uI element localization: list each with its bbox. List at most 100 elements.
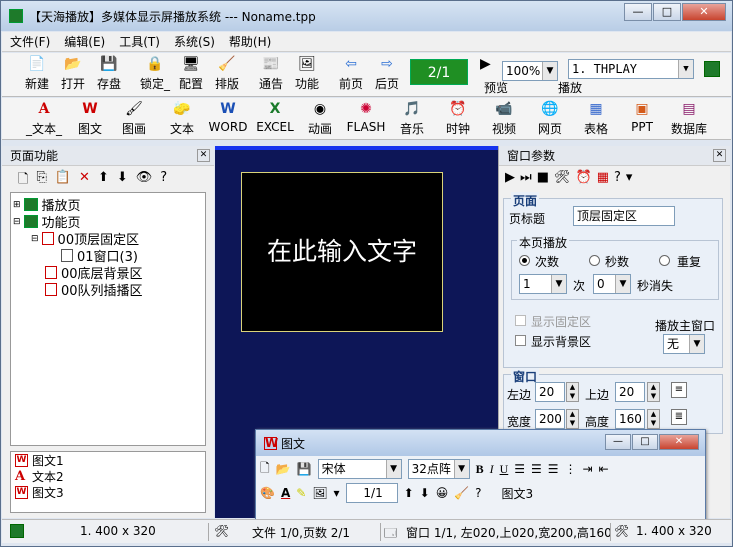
paint-icon[interactable]: 🎨 [260,486,275,500]
maximize-button[interactable]: □ [653,3,681,21]
left-spinner[interactable]: ▲ ▼ [566,382,579,402]
stop-icon[interactable]: ■ [537,170,549,185]
eye-icon[interactable]: 👁 [136,170,153,192]
outdent-icon[interactable]: ⇤ [599,462,609,476]
next-page-button[interactable]: ⇨ 后页 [372,55,402,95]
collapse-icon[interactable]: ⊟ [31,234,39,244]
text-button[interactable]: 🧽 文本 [166,100,198,140]
new-page-icon[interactable]: 🗋 [18,170,28,192]
highlight-icon[interactable]: ✎ [296,486,306,500]
zoom-combo[interactable]: 100% ▼ [502,61,558,81]
underline-button[interactable]: U [500,462,509,477]
page-title-input[interactable]: 顶层固定区 [573,206,675,226]
database-button[interactable]: ▤ 数据库 [668,100,710,140]
seconds-combo[interactable]: 0 ▼ [593,274,631,294]
help-icon[interactable]: ? [160,170,167,192]
height-input[interactable]: 160 [615,409,645,429]
size-combo[interactable]: 32点阵 ▼ [407,459,470,479]
align-center-icon[interactable]: ☰ [531,462,542,476]
grid-icon[interactable]: ▦ [597,170,609,185]
indent-icon[interactable]: ⇥ [583,462,593,476]
minimize-button[interactable]: — [624,3,652,21]
bold-button[interactable]: B [476,462,484,477]
align-left-icon[interactable]: ☰ [514,462,525,476]
play-combo[interactable]: 1. THPLAY ▼ [568,59,694,79]
help-icon[interactable]: ? [614,170,621,185]
delete-icon[interactable]: ✕ [79,170,90,192]
function-button[interactable]: 🖼 功能 [292,55,322,95]
emoji-icon[interactable]: 😀 [436,486,449,500]
copy-icon[interactable]: ⎘ [36,170,46,192]
image-icon[interactable]: 🖼 [312,486,327,500]
align-icon[interactable]: ≡ [671,382,687,398]
close-button[interactable]: ✕ [682,3,726,21]
close-icon[interactable]: ✕ [197,149,210,162]
layout-button[interactable]: 🧹 排版 [212,55,242,95]
move-down-icon[interactable]: ⬇ [117,170,128,192]
maximize-button[interactable]: □ [632,434,658,450]
height-spinner[interactable]: ▲ ▼ [647,409,660,429]
list-item[interactable]: W 图文3 [11,484,205,500]
save-icon[interactable]: 💾 [297,462,312,476]
main-window-combo[interactable]: 无 ▼ [663,334,705,354]
animation-button[interactable]: ◉ 动画 [304,100,336,140]
new-button[interactable]: 📄 新建 [22,55,52,95]
webpage-button[interactable]: 🌐 网页 [534,100,566,140]
paste-icon[interactable]: 📋 [55,170,71,192]
notice-button[interactable]: 📰 通告 [256,55,286,95]
ppt-button[interactable]: ▣ PPT [626,100,658,140]
width-input[interactable]: 200 [535,409,565,429]
help-icon[interactable]: ? [475,486,481,500]
align-right-icon[interactable]: ☰ [548,462,559,476]
top-spinner[interactable]: ▲ ▼ [647,382,660,402]
arrow-up-icon[interactable]: ⬆ [404,486,414,500]
width-spinner[interactable]: ▲ ▼ [566,409,579,429]
radio-repeat[interactable] [659,255,670,266]
list-item[interactable]: A 文本2 [11,468,205,484]
close-button[interactable]: ✕ [659,434,699,450]
chevron-down-icon[interactable]: ▾ [626,170,633,185]
text-window[interactable]: 在此输入文字 [241,172,443,332]
text-title-button[interactable]: A _文本_ [24,100,64,140]
menu-tools[interactable]: 工具(T) [119,33,160,50]
list-item[interactable]: W 图文1 [11,452,205,468]
excel-button[interactable]: X EXCEL [254,100,296,140]
arrow-down-icon[interactable]: ⬇ [420,486,430,500]
page-input[interactable]: 1/1 [345,483,398,503]
left-input[interactable]: 20 [535,382,565,402]
picture-button[interactable]: 🖌 图画 [118,100,150,140]
close-icon[interactable]: ✕ [713,149,726,162]
open-folder-icon[interactable]: 📂 [276,462,291,476]
bullet-list-icon[interactable]: ⋮ [565,462,577,476]
menu-help[interactable]: 帮助(H) [229,33,271,50]
new-file-icon[interactable]: 🗋 [260,459,270,480]
show-fixed-checkbox[interactable] [515,315,526,326]
step-icon[interactable]: ⏭ [520,170,532,185]
menu-edit[interactable]: 编辑(E) [64,33,105,50]
tools-icon[interactable]: 🛠 [554,170,571,185]
save-button[interactable]: 💾 存盘 [94,55,124,95]
top-input[interactable]: 20 [615,382,645,402]
play-icon[interactable]: ▶ [505,170,515,185]
prev-page-button[interactable]: ⇦ 前页 [336,55,366,95]
expand-icon[interactable]: ⊞ [13,200,21,210]
flash-button[interactable]: ✺ FLASH [344,100,388,140]
lock-button[interactable]: 🔒 锁定_ [136,55,174,95]
italic-button[interactable]: I [490,462,494,477]
font-color-icon[interactable]: A [281,486,290,500]
move-up-icon[interactable]: ⬆ [98,170,109,192]
radio-seconds[interactable] [589,255,600,266]
broom-icon[interactable]: 🧹 [454,486,469,500]
chevron-down-icon[interactable]: ▾ [334,486,340,500]
open-button[interactable]: 📂 打开 [58,55,88,95]
clock-icon[interactable]: ⏰ [576,170,592,185]
image-text-button[interactable]: W 图文 [74,100,106,140]
font-combo[interactable]: 宋体 ▼ [317,459,402,479]
align-icon[interactable]: ≣ [671,409,687,425]
radio-times[interactable] [519,255,530,266]
times-combo[interactable]: 1 ▼ [519,274,567,294]
collapse-icon[interactable]: ⊟ [13,217,21,227]
music-button[interactable]: 🎵 音乐 [396,100,428,140]
grid-icon[interactable] [704,61,720,77]
show-bg-checkbox[interactable] [515,335,526,346]
